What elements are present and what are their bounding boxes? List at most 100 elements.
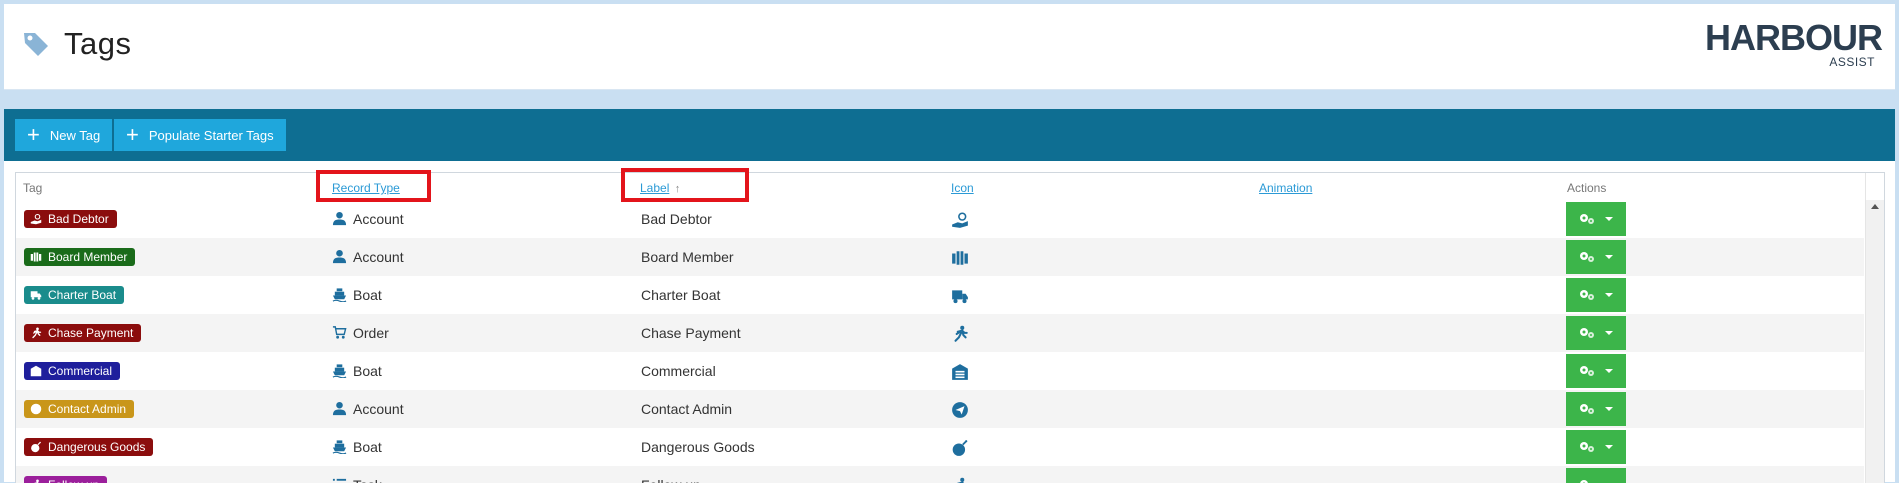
vertical-scrollbar[interactable]	[1865, 200, 1884, 483]
content-panel: Tag Record Type Label ↑ Icon Animation A…	[4, 161, 1895, 482]
record-type-text: Order	[353, 325, 389, 341]
new-tag-button[interactable]: + New Tag	[15, 119, 112, 151]
people-group-icon	[30, 251, 42, 263]
plus-icon: +	[126, 124, 139, 146]
person-icon	[332, 249, 347, 264]
record-type-cell: Order	[332, 325, 389, 341]
label-highlight-box	[621, 168, 749, 202]
caret-down-icon	[1604, 405, 1614, 413]
scroll-up-arrow-icon[interactable]	[1871, 204, 1879, 209]
logo-sub-text: ASSIST	[1829, 55, 1875, 69]
column-header-icon[interactable]: Icon	[951, 181, 974, 195]
row-actions-dropdown-button[interactable]	[1566, 240, 1626, 274]
people-group-icon	[951, 249, 969, 265]
running-person-icon	[30, 327, 42, 339]
truck-ramp-icon	[30, 289, 42, 301]
record-type-cell: Boat	[332, 287, 382, 303]
label-cell: Board Member	[641, 249, 734, 265]
populate-starter-tags-label: Populate Starter Tags	[149, 128, 274, 143]
plus-icon: +	[27, 124, 40, 146]
record-type-cell: Task	[332, 477, 382, 483]
row-actions-dropdown-button[interactable]	[1566, 392, 1626, 426]
tag-badge: Commercial	[24, 362, 120, 380]
tag-badge-label: Chase Payment	[48, 326, 133, 340]
caret-down-icon	[1604, 329, 1614, 337]
tag-badge: Charter Boat	[24, 286, 124, 304]
boat-icon	[332, 439, 347, 454]
boat-icon	[332, 363, 347, 378]
table-header: Tag Record Type Label ↑ Icon Animation A…	[16, 173, 1864, 201]
label-cell: Chase Payment	[641, 325, 741, 341]
table-row: Chase Payment Order Chase Payment	[16, 314, 1864, 353]
gears-icon	[1578, 364, 1598, 378]
row-actions-dropdown-button[interactable]	[1566, 316, 1626, 350]
record-type-text: Boat	[353, 439, 382, 455]
caret-down-icon	[1604, 215, 1614, 223]
row-actions-dropdown-button[interactable]	[1566, 278, 1626, 312]
paper-plane-icon	[30, 403, 42, 415]
gears-icon	[1578, 440, 1598, 454]
row-actions-dropdown-button[interactable]	[1566, 430, 1626, 464]
tag-badge: Bad Debtor	[24, 210, 117, 228]
gears-icon	[1578, 478, 1598, 483]
caret-down-icon	[1604, 291, 1614, 299]
gears-icon	[1578, 326, 1598, 340]
record-type-cell: Boat	[332, 439, 382, 455]
label-cell: Commercial	[641, 363, 716, 379]
tag-badge-label: Commercial	[48, 364, 112, 378]
tag-badge-label: Bad Debtor	[48, 212, 109, 226]
gears-icon	[1578, 402, 1598, 416]
boat-icon	[332, 287, 347, 302]
record-type-cell: Account	[332, 401, 404, 417]
table-row: Charter Boat Boat Charter Boat	[16, 276, 1864, 315]
row-actions-dropdown-button[interactable]	[1566, 354, 1626, 388]
tag-badge: Board Member	[24, 248, 135, 266]
record-type-text: Account	[353, 249, 404, 265]
page-title-group: Tags	[22, 26, 131, 62]
paper-plane-icon	[951, 401, 969, 417]
label-cell: Charter Boat	[641, 287, 720, 303]
record-type-text: Boat	[353, 287, 382, 303]
record-type-cell: Boat	[332, 363, 382, 379]
caret-down-icon	[1604, 253, 1614, 261]
running-person-icon	[30, 479, 42, 483]
row-actions-dropdown-button[interactable]	[1566, 468, 1626, 483]
record-type-highlight-box	[316, 170, 431, 202]
tag-badge-label: Dangerous Goods	[48, 440, 145, 454]
tag-badge: Dangerous Goods	[24, 438, 153, 456]
logo-main-text: HARBOUR	[1705, 20, 1875, 56]
bomb-icon	[951, 439, 969, 455]
tag-badge-label: Follow up	[48, 478, 99, 483]
gears-icon	[1578, 212, 1598, 226]
record-type-text: Task	[353, 477, 382, 483]
person-icon	[332, 211, 347, 226]
record-type-text: Account	[353, 401, 404, 417]
running-person-icon	[951, 325, 969, 341]
record-type-text: Boat	[353, 363, 382, 379]
tag-badge-label: Contact Admin	[48, 402, 126, 416]
record-type-text: Account	[353, 211, 404, 227]
column-header-animation[interactable]: Animation	[1259, 181, 1312, 195]
gears-icon	[1578, 288, 1598, 302]
populate-starter-tags-button[interactable]: + Populate Starter Tags	[114, 119, 286, 151]
record-type-cell: Account	[332, 211, 404, 227]
label-cell: Dangerous Goods	[641, 439, 755, 455]
hand-holding-dollar-icon	[951, 211, 969, 227]
tag-badge: Chase Payment	[24, 324, 141, 342]
row-actions-dropdown-button[interactable]	[1566, 202, 1626, 236]
column-header-tag: Tag	[23, 181, 42, 195]
caret-down-icon	[1604, 367, 1614, 375]
tag-badge-label: Board Member	[48, 250, 127, 264]
truck-ramp-icon	[951, 287, 969, 303]
table-row: Contact AdminAccountContact Admin	[16, 390, 1864, 429]
table-row: Board Member Account Board Member	[16, 238, 1864, 277]
running-person-icon	[951, 477, 969, 483]
cart-icon	[332, 325, 347, 340]
page-title: Tags	[64, 26, 131, 62]
table-row: Commercial Boat Commercial	[16, 352, 1864, 391]
tag-badge-label: Charter Boat	[48, 288, 116, 302]
gears-icon	[1578, 250, 1598, 264]
label-cell: Bad Debtor	[641, 211, 712, 227]
scrollbar-corner	[1865, 173, 1884, 201]
warehouse-icon	[30, 365, 42, 377]
